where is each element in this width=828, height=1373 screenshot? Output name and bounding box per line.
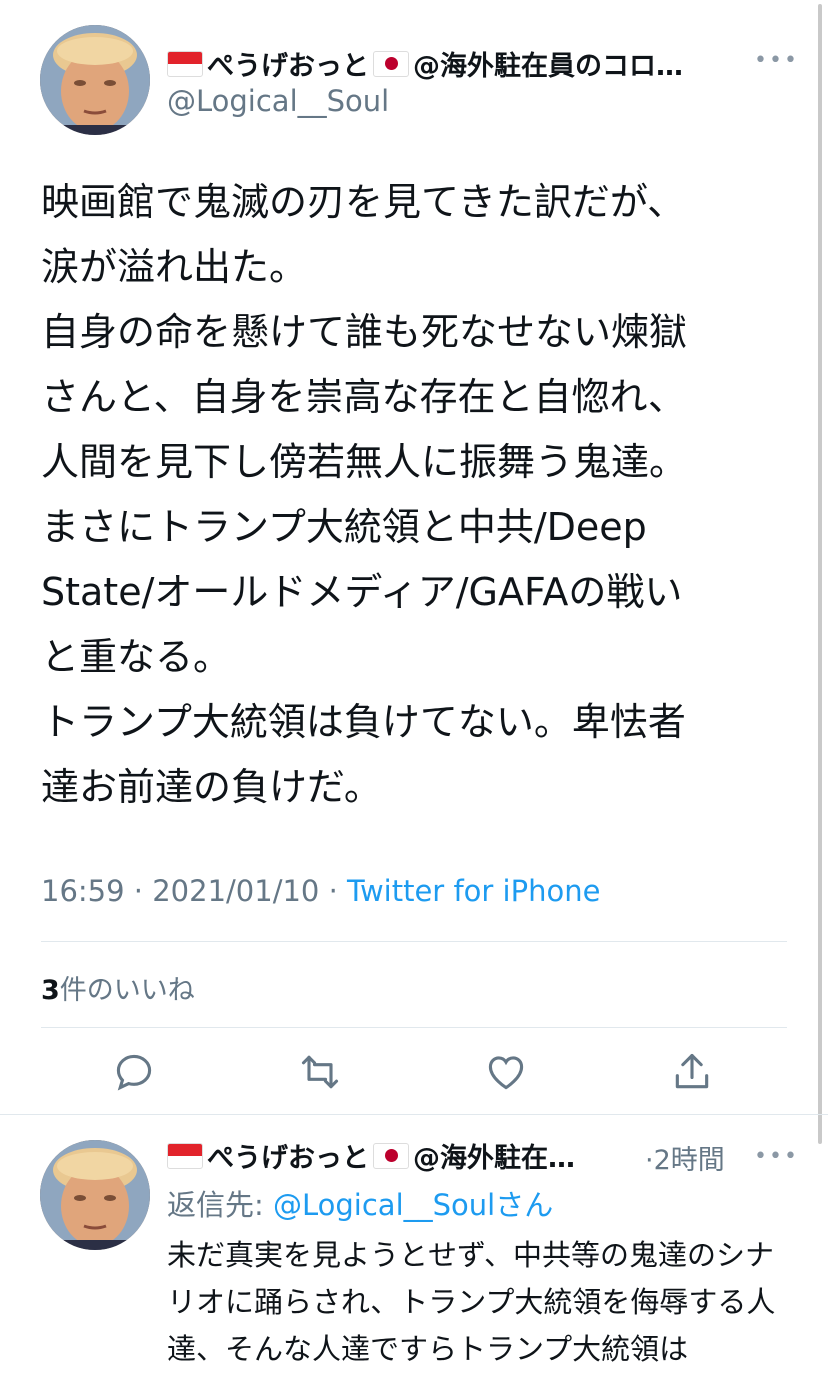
reply-icon <box>116 1054 152 1091</box>
more-horizontal-icon[interactable]: ••• <box>754 48 799 73</box>
likes-count[interactable]: 3件のいいね <box>41 968 195 1007</box>
avatar[interactable] <box>40 25 150 135</box>
reply-display-name-suffix: @海外駐在… <box>413 1143 575 1174</box>
japan-flag-icon <box>373 50 409 77</box>
share-icon <box>675 1053 709 1089</box>
author-handle[interactable]: @Logical__Soul <box>167 84 389 118</box>
japan-flag-icon <box>373 1142 409 1169</box>
divider <box>41 1027 787 1028</box>
more-horizontal-icon[interactable]: ••• <box>754 1144 799 1169</box>
reply-button[interactable] <box>112 1050 156 1094</box>
indonesia-flag-icon <box>167 50 203 77</box>
tweet-text: 映画館で鬼滅の刃を見てきた訳だが、 涙が溢れ出た。 自身の命を懸けて誰も死なせな… <box>41 180 688 809</box>
divider <box>41 941 787 942</box>
reply-avatar[interactable] <box>40 1140 150 1250</box>
author-name[interactable]: ぺうげおっと @海外駐在員のコロ… <box>167 44 737 83</box>
heart-icon <box>488 1056 524 1090</box>
reply-display-name: ぺうげおっと <box>207 1143 369 1174</box>
reply-author-name[interactable]: ぺうげおっと @海外駐在… <box>167 1136 637 1175</box>
avatar-photo <box>40 25 150 135</box>
avatar-photo <box>40 1140 150 1250</box>
likes-label: 件のいいね <box>59 975 195 1006</box>
reply-to-label: 返信先: <box>167 1188 273 1222</box>
display-name: ぺうげおっと <box>207 51 369 82</box>
reply-to-suffix: さん <box>495 1188 554 1222</box>
reply-text: 未だ真実を見ようとせず、中共等の鬼達のシナリオに踊らされ、トランプ大統領を侮辱す… <box>167 1238 776 1366</box>
reply-to-handle[interactable]: @Logical__Soul <box>273 1188 495 1222</box>
display-name-suffix: @海外駐在員のコロ… <box>413 51 683 82</box>
share-button[interactable] <box>670 1050 714 1094</box>
reply-timestamp[interactable]: ·2時間 <box>645 1138 725 1177</box>
divider <box>0 1114 828 1115</box>
likes-number: 3 <box>41 975 60 1006</box>
replying-to: 返信先: @Logical__Soulさん <box>167 1182 553 1224</box>
retweet-button[interactable] <box>298 1050 342 1094</box>
tweet-timestamp: 16:59 · 2021/01/10 · <box>41 874 348 908</box>
indonesia-flag-icon <box>167 1142 203 1169</box>
scrollbar[interactable] <box>818 4 822 1144</box>
like-button[interactable] <box>484 1050 528 1094</box>
tweet-meta: 16:59 · 2021/01/10 · Twitter for iPhone <box>41 874 600 908</box>
retweet-icon <box>301 1055 339 1089</box>
tweet-source-link[interactable]: Twitter for iPhone <box>347 874 600 908</box>
